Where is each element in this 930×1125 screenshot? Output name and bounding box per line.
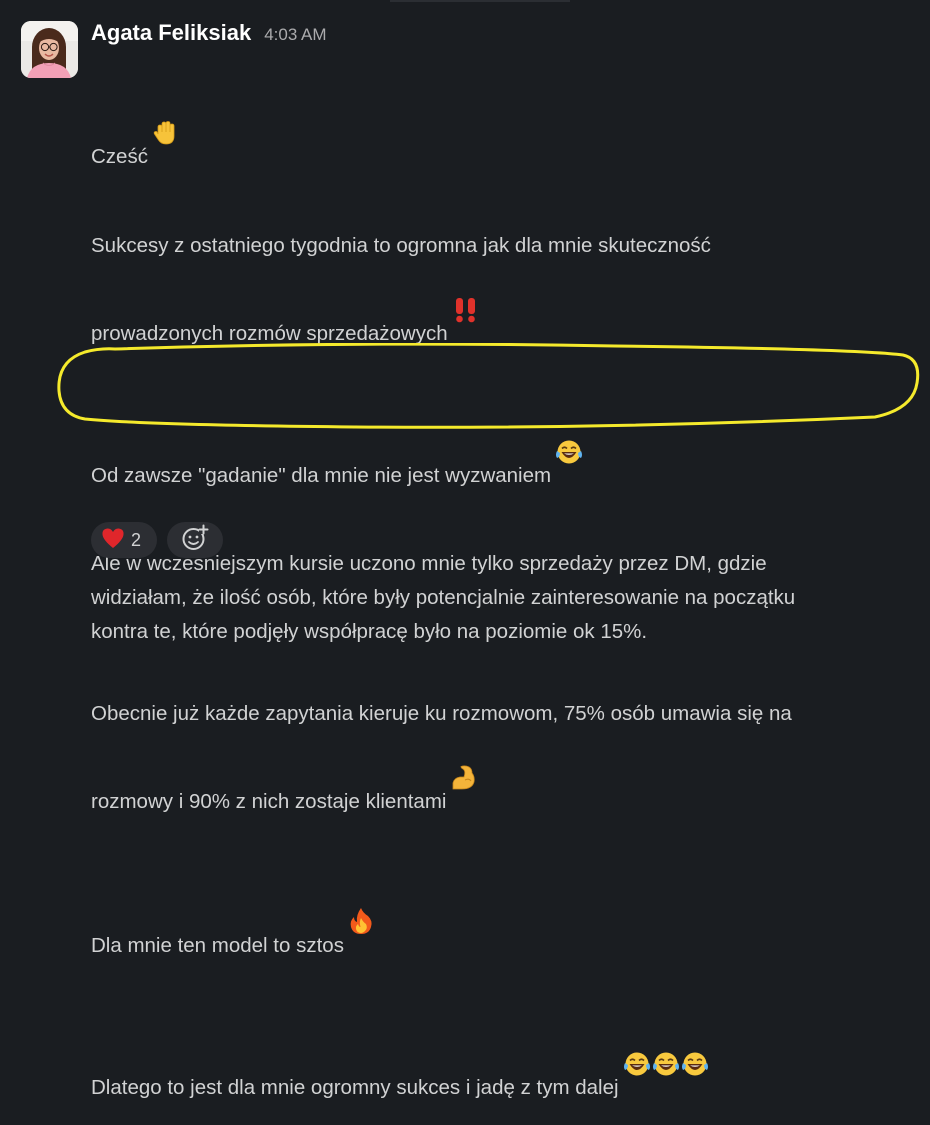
message-paragraph: Dlatego to jest dla mnie ogromny sukces … <box>91 983 921 1111</box>
paragraph-text: Od zawsze "gadanie" dla mnie nie jest wy… <box>91 464 552 487</box>
raised-hand-icon <box>152 86 178 180</box>
tears-of-joy-icon <box>681 1017 709 1111</box>
paragraph-text: Dla mnie ten model to sztos <box>91 934 344 957</box>
paragraph-text: Sukcesy z ostatniego tygodnia to ogromna… <box>91 234 711 345</box>
message-timestamp[interactable]: 4:03 AM <box>264 25 326 45</box>
message: Agata Feliksiak 4:03 AM Cześć Sukcesy z … <box>0 0 930 1099</box>
tears-of-joy-icon <box>652 1017 680 1111</box>
paragraph-text: Cześć <box>91 145 148 168</box>
tears-of-joy-icon <box>623 1017 651 1111</box>
avatar[interactable] <box>21 21 78 78</box>
message-header: Agata Feliksiak 4:03 AM <box>91 20 327 50</box>
author-name[interactable]: Agata Feliksiak <box>91 20 251 46</box>
flexed-biceps-icon <box>450 731 478 825</box>
highlight-annotation <box>57 343 920 429</box>
paragraph-text: Ale w wcześniejszym kursie uczono mnie t… <box>91 552 796 643</box>
message-body: Cześć Sukcesy z ostatniego tygodnia to o… <box>91 52 921 1125</box>
reactions-bar: 2 <box>91 522 223 558</box>
paragraph-text: Dlatego to jest dla mnie ogromny sukces … <box>91 1076 619 1099</box>
message-paragraph: Cześć <box>91 52 921 180</box>
add-reaction-icon <box>181 524 209 557</box>
reaction-count: 2 <box>131 529 142 550</box>
reaction-heart[interactable]: 2 <box>91 522 157 558</box>
add-reaction-button[interactable] <box>167 522 223 558</box>
heart-icon <box>101 527 125 554</box>
message-paragraph-highlighted: Obecnie już każde zapytania kieruje ku r… <box>91 663 921 825</box>
message-paragraph: Sukcesy z ostatniego tygodnia to ogromna… <box>91 195 921 357</box>
paragraph-text: Obecnie już każde zapytania kieruje ku r… <box>91 702 792 813</box>
message-paragraph: Dla mnie ten model to sztos <box>91 839 921 969</box>
fire-icon <box>348 873 374 969</box>
